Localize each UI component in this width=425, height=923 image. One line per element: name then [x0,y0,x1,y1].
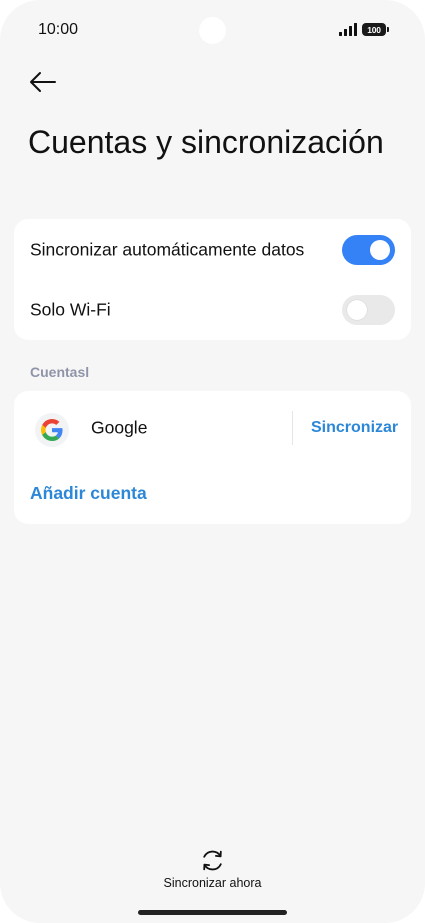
home-indicator[interactable] [138,910,287,915]
battery-icon: 100 [362,23,389,36]
sync-icon [203,850,222,871]
phone-screen: 10:00 100 Cuentas y sincronización Sincr… [0,0,425,923]
accounts-section-label: Cuentasl [30,364,90,380]
battery-level: 100 [367,24,381,35]
auto-sync-label: Sincronizar automáticamente datos [30,239,305,260]
auto-sync-toggle[interactable] [342,235,395,265]
toggle-knob [347,300,367,320]
google-icon [35,413,69,447]
sync-now-label: Sincronizar ahora [163,876,262,890]
camera-cutout [199,17,226,44]
sync-settings-card: Sincronizar automáticamente datos Solo W… [14,219,411,340]
add-account-button[interactable]: Añadir cuenta [30,483,147,504]
sync-now-button[interactable]: Sincronizar ahora [150,845,275,895]
toggle-knob [370,240,390,260]
account-row-google[interactable]: Google Sincronizar [14,399,411,457]
divider [292,411,293,445]
wifi-only-toggle[interactable] [342,295,395,325]
sync-account-button[interactable]: Sincronizar [311,419,398,437]
wifi-only-label: Solo Wi-Fi [30,299,111,320]
signal-icon [339,23,357,36]
wifi-only-row[interactable]: Solo Wi-Fi [14,281,411,339]
arrow-left-icon[interactable] [28,70,58,94]
accounts-card: Google Sincronizar Añadir cuenta [14,391,411,524]
status-time: 10:00 [38,21,79,38]
page-title: Cuentas y sincronización [28,124,384,160]
auto-sync-row[interactable]: Sincronizar automáticamente datos [14,221,411,279]
account-name: Google [91,417,148,438]
